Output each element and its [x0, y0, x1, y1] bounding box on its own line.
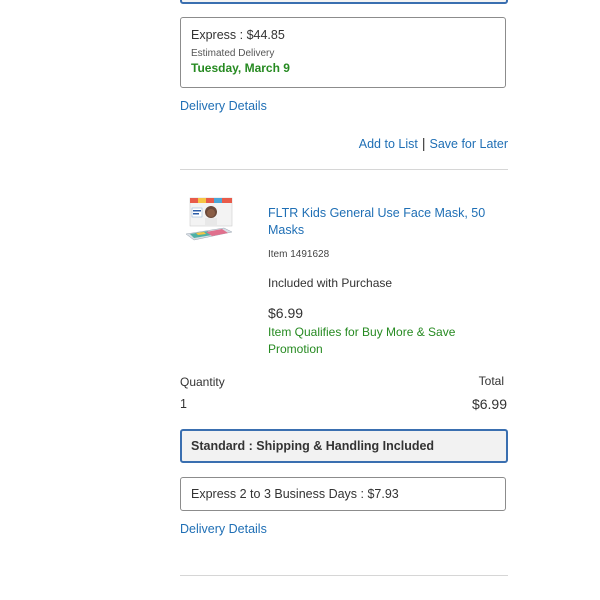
estimated-delivery-label: Estimated Delivery — [191, 48, 275, 59]
add-to-list-link[interactable]: Add to List — [359, 137, 418, 151]
standard-shipping-option-selected[interactable]: Standard : Shipping & Handling Included — [180, 429, 508, 463]
express-shipping-label: Express : $44.85 — [191, 28, 285, 42]
section-divider-2 — [180, 575, 508, 576]
delivery-details-link-2[interactable]: Delivery Details — [180, 522, 267, 536]
section-divider — [180, 169, 508, 170]
quantity-value: 1 — [180, 397, 187, 411]
express-shipping-option[interactable]: Express : $44.85 Estimated Delivery Tues… — [180, 17, 506, 88]
promotion-text: Item Qualifies for Buy More & Save Promo… — [268, 325, 456, 356]
save-for-later-link[interactable]: Save for Later — [429, 137, 508, 151]
product-title-link[interactable]: FLTR Kids General Use Face Mask, 50 Mask… — [268, 205, 498, 239]
face-mask-box-image — [185, 197, 233, 241]
express-2-3-days-shipping-option[interactable]: Express 2 to 3 Business Days : $7.93 — [180, 477, 506, 511]
total-label: Total — [478, 374, 504, 388]
previous-shipping-option-selected[interactable] — [180, 0, 508, 4]
product-thumbnail[interactable] — [184, 196, 236, 242]
product-price: $6.99 — [268, 305, 304, 321]
estimated-delivery-date: Tuesday, March 9 — [191, 61, 290, 75]
cart-page: Express : $44.85 Estimated Delivery Tues… — [0, 0, 600, 600]
included-with-purchase-text: Included with Purchase — [268, 276, 393, 290]
quantity-label: Quantity — [180, 375, 225, 389]
total-value: $6.99 — [471, 396, 507, 412]
item-number: Item 1491628 — [268, 249, 330, 260]
list-actions-separator: | — [421, 135, 426, 151]
delivery-details-link[interactable]: Delivery Details — [180, 99, 267, 113]
list-actions: Add to List | Save for Later — [359, 135, 508, 151]
